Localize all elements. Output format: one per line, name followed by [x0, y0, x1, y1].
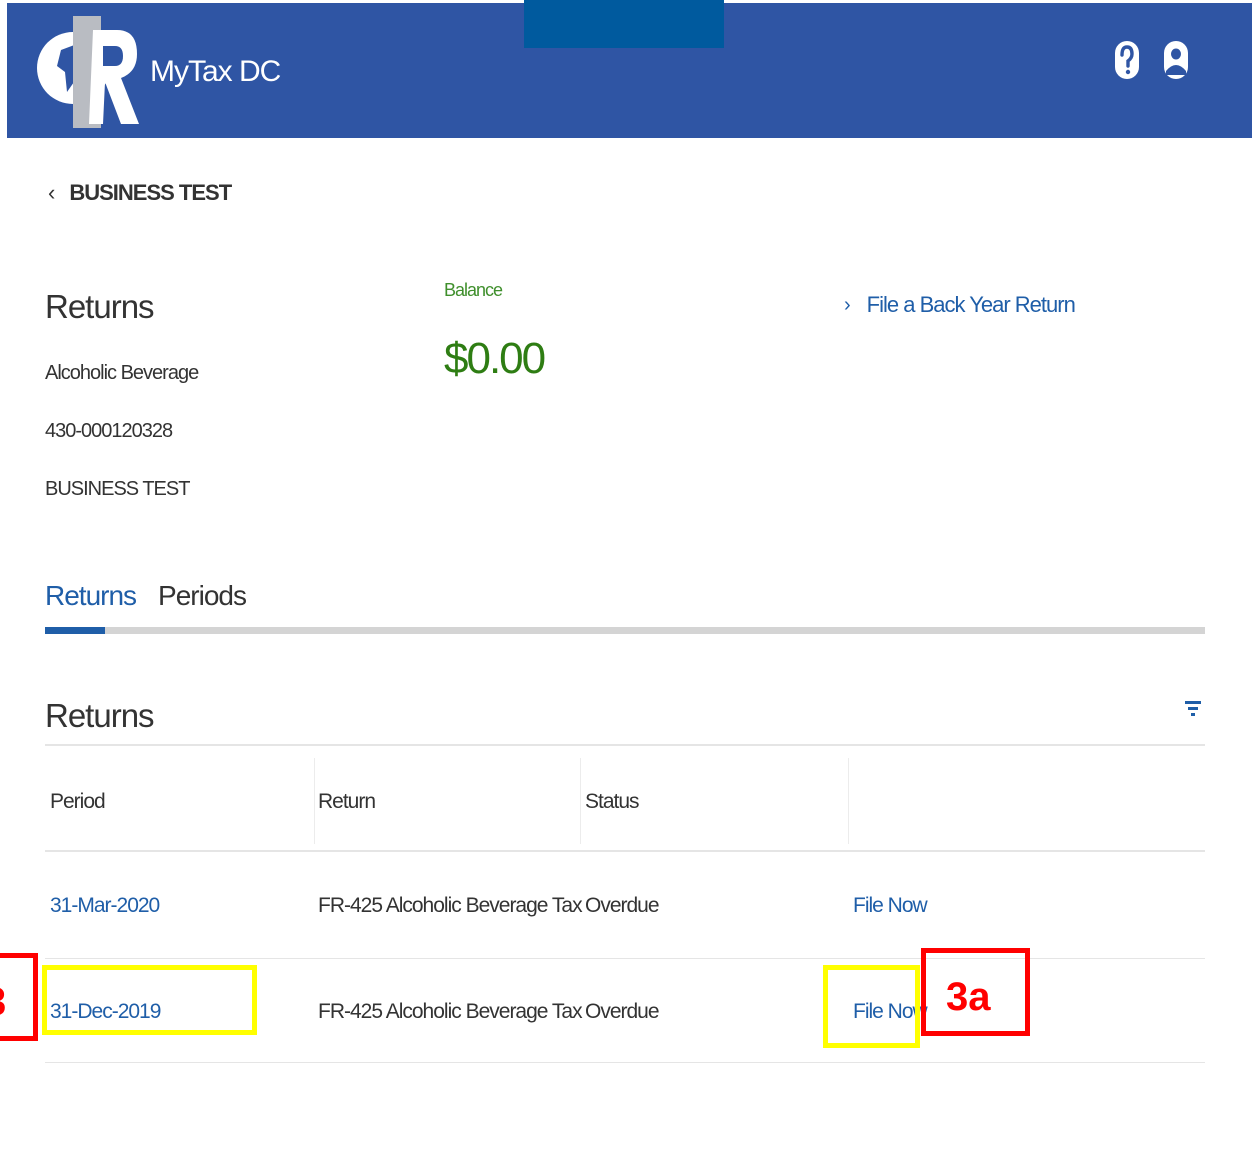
- chevron-right-icon: ›: [844, 293, 851, 316]
- row-status: Overdue: [585, 1000, 660, 1023]
- app-title: MyTax DC: [150, 55, 281, 88]
- column-separator: [580, 758, 581, 844]
- otr-logo[interactable]: [37, 6, 141, 128]
- table-header-divider: [45, 850, 1205, 852]
- row-return-name: FR-425 Alcoholic Beverage Tax: [318, 894, 583, 917]
- column-header-status[interactable]: Status: [585, 790, 640, 814]
- user-account-icon[interactable]: [1163, 37, 1189, 83]
- tab-active-indicator: [45, 627, 105, 634]
- table-bottom-divider: [45, 1062, 1205, 1063]
- column-separator: [314, 758, 315, 844]
- callout-label-left: 3: [0, 980, 6, 1025]
- file-back-year-return-link[interactable]: › File a Back Year Return: [844, 292, 1076, 318]
- tax-type: Alcoholic Beverage: [45, 362, 199, 384]
- account-id: 430-000120328: [45, 420, 173, 442]
- table-row-divider: [45, 958, 1205, 959]
- highlight-period-box: [42, 965, 257, 1035]
- tab-track: [45, 627, 1205, 634]
- help-icon[interactable]: [1114, 37, 1140, 83]
- filter-icon[interactable]: [1184, 697, 1202, 719]
- balance-value: $0.00: [444, 334, 546, 383]
- chevron-left-icon: ‹: [48, 180, 56, 205]
- highlight-file-now-box: [823, 965, 920, 1048]
- back-link[interactable]: ‹ BUSINESS TEST: [48, 180, 232, 206]
- account-name: BUSINESS TEST: [45, 478, 190, 500]
- returns-section-title: Returns: [45, 288, 155, 325]
- callout-label-right: 3a: [946, 975, 991, 1019]
- table-top-divider: [45, 744, 1205, 746]
- header-accent-block: [524, 0, 724, 48]
- row-status: Overdue: [585, 894, 660, 917]
- row-period-link[interactable]: 31-Mar-2020: [50, 894, 160, 918]
- column-header-period[interactable]: Period: [50, 790, 106, 814]
- returns-table-title: Returns: [45, 697, 155, 734]
- tab-bar: Returns Periods: [45, 580, 247, 612]
- tab-returns[interactable]: Returns: [45, 580, 137, 612]
- back-link-label: BUSINESS TEST: [69, 180, 232, 205]
- file-back-year-return-label: File a Back Year Return: [866, 292, 1076, 317]
- row-return-name: FR-425 Alcoholic Beverage Tax: [318, 1000, 583, 1023]
- balance-label: Balance: [444, 280, 503, 300]
- column-separator: [848, 758, 849, 844]
- file-now-link[interactable]: File Now: [853, 894, 928, 918]
- column-header-return[interactable]: Return: [318, 790, 376, 814]
- tab-periods[interactable]: Periods: [158, 580, 247, 612]
